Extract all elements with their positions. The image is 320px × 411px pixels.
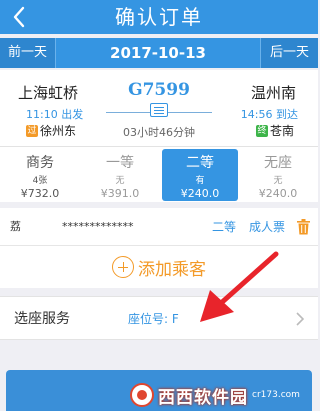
schedule-icon[interactable] bbox=[150, 103, 168, 117]
pass-badge: 过 bbox=[26, 124, 38, 137]
watermark-url: cr173.com bbox=[252, 390, 300, 400]
arrival-station: 温州南 bbox=[250, 84, 296, 102]
passenger-ticket-type[interactable]: 成人票 bbox=[249, 208, 285, 246]
seat-class-selector: 商务 4张 ¥732.0 一等 无 ¥391.0 二等 有 ¥240.0 无座 … bbox=[0, 146, 318, 202]
watermark: 西西软件园 cr173.com bbox=[130, 382, 316, 408]
departure-status: 出发 bbox=[61, 108, 84, 121]
page-title: 确认订单 bbox=[115, 5, 203, 29]
departure-via-station: 徐州东 bbox=[40, 124, 77, 138]
passenger-name: 荔 bbox=[10, 220, 22, 233]
departure-time: 11:10 出发 bbox=[26, 106, 83, 122]
annotation-arrow-icon bbox=[200, 251, 279, 322]
seat-option-business[interactable]: 商务 4张 ¥732.0 bbox=[2, 149, 78, 201]
arrival-via-station: 苍南 bbox=[269, 124, 294, 138]
prev-day-button[interactable]: 前一天 bbox=[0, 38, 56, 68]
passenger-id: ************* bbox=[62, 220, 134, 233]
date-bar: 前一天 2017-10-13 后一天 bbox=[0, 38, 318, 68]
train-info-card: 上海虹桥 11:10 出发 过 徐州东 G7599 03小时46分钟 温州南 1… bbox=[0, 70, 318, 146]
seat-option-standing[interactable]: 无座 无 ¥240.0 bbox=[240, 149, 316, 201]
current-date[interactable]: 2017-10-13 bbox=[56, 38, 260, 68]
arrival-time-value: 14:56 bbox=[240, 108, 273, 121]
chevron-right-icon bbox=[296, 312, 304, 326]
arrival-status: 到达 bbox=[276, 108, 298, 121]
train-number: G7599 bbox=[128, 80, 190, 100]
departure-via: 过 徐州东 bbox=[26, 122, 76, 139]
terminal-badge: 终 bbox=[255, 124, 268, 137]
seat-number-value: 座位号: F bbox=[128, 312, 179, 326]
departure-time-value: 11:10 bbox=[26, 108, 58, 121]
seat-service-label: 选座服务 bbox=[14, 311, 70, 327]
trash-icon[interactable] bbox=[297, 219, 310, 235]
watermark-brand: 西西软件园 bbox=[158, 387, 248, 408]
arrival-via: 终 苍南 bbox=[255, 122, 294, 139]
departure-station: 上海虹桥 bbox=[18, 84, 79, 102]
arrival-time: 14:56 到达 bbox=[241, 106, 298, 122]
app-header: 确认订单 bbox=[0, 0, 318, 34]
passenger-seat-class[interactable]: 二等 bbox=[212, 208, 236, 246]
seat-option-first[interactable]: 一等 无 ¥391.0 bbox=[82, 149, 158, 201]
next-day-button[interactable]: 后一天 bbox=[260, 38, 318, 68]
seat-option-second[interactable]: 二等 有 ¥240.0 bbox=[162, 149, 238, 201]
passenger-row[interactable]: 荔 ************* 二等 成人票 bbox=[0, 208, 318, 246]
plus-circle-icon bbox=[112, 256, 134, 278]
watermark-logo-icon bbox=[130, 383, 154, 407]
travel-duration: 03小时46分钟 bbox=[123, 126, 195, 139]
